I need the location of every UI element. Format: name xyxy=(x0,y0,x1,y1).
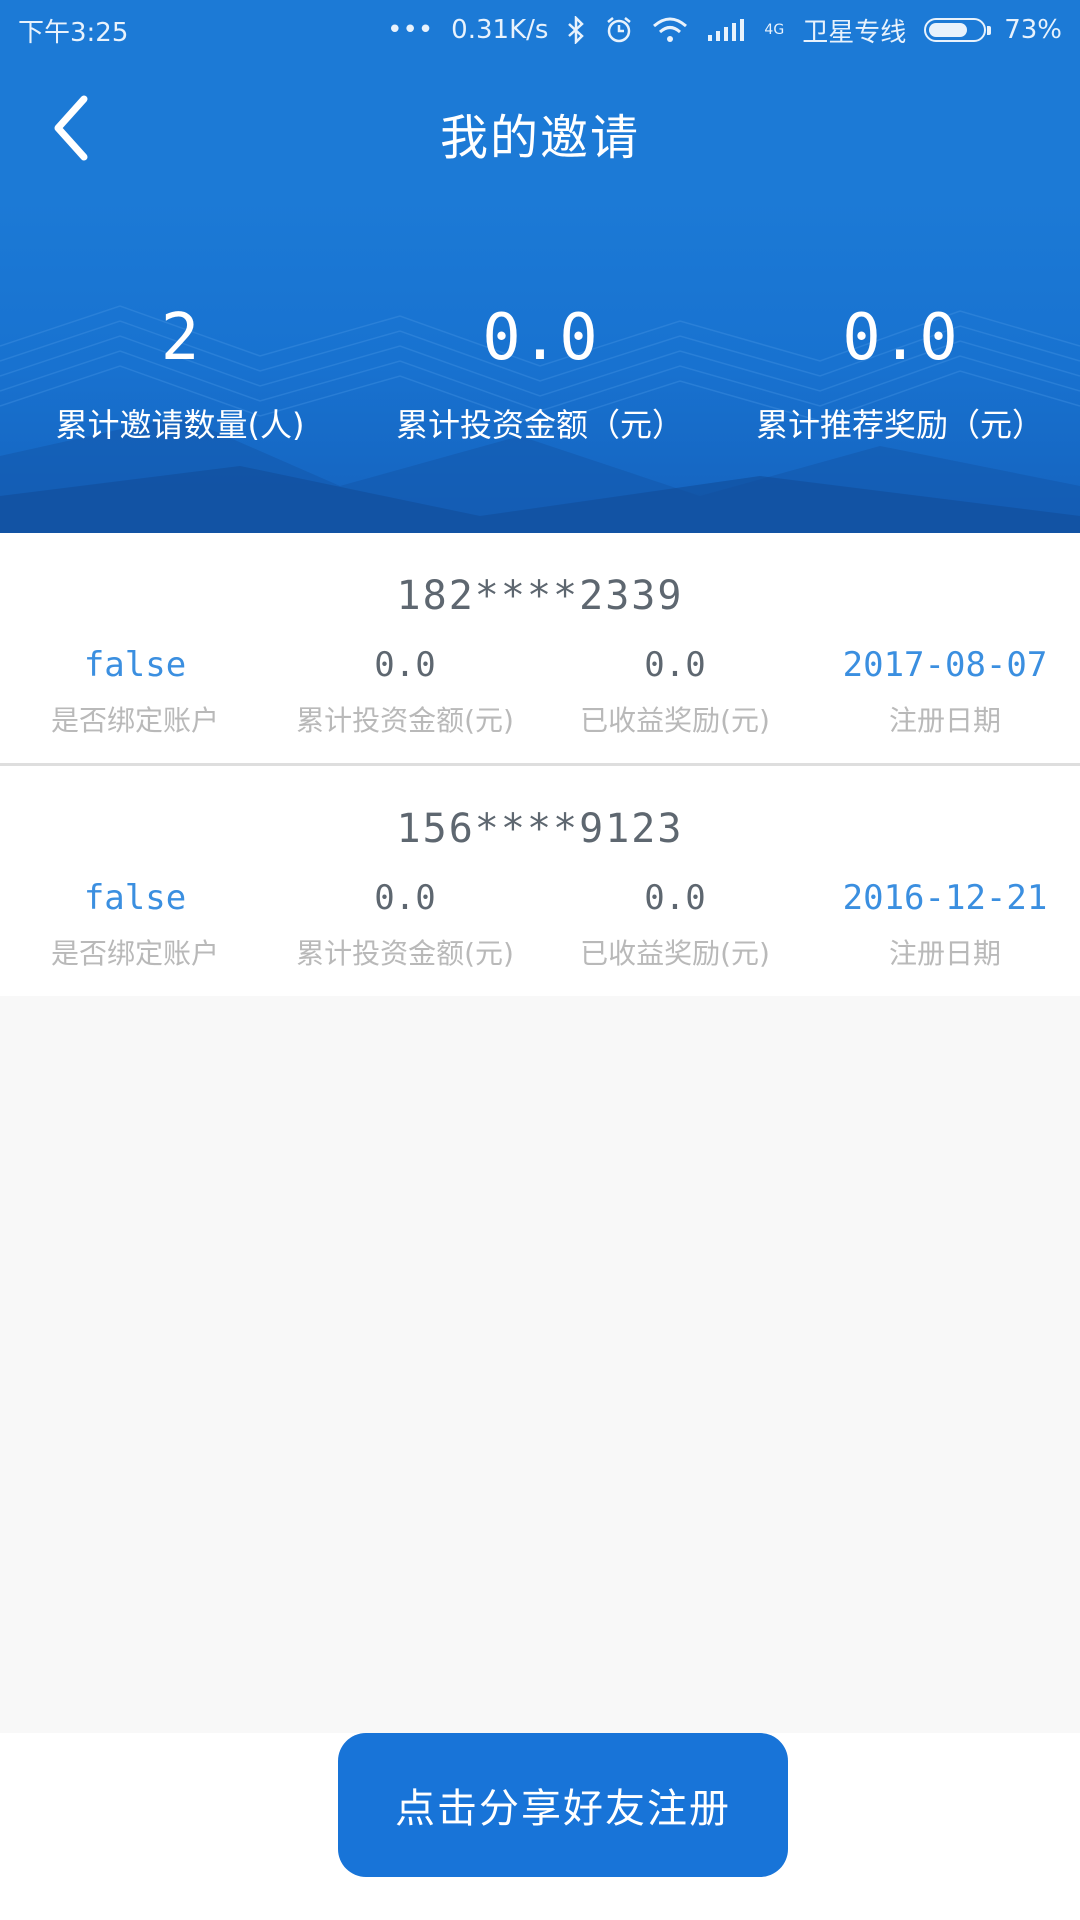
reward-earned-value: 0.0 xyxy=(644,878,706,918)
summary-banner: 2 累计邀请数量(人) 0.0 累计投资金额（元） 0.0 累计推荐奖励（元） xyxy=(0,196,1080,533)
more-notifications-icon: ••• xyxy=(387,15,434,45)
register-date-label: 注册日期 xyxy=(888,937,1001,970)
stat-invest-total: 0.0 累计投资金额（元） xyxy=(360,306,720,446)
cellular-signal-icon xyxy=(706,17,746,43)
bottom-bar: 点击分享好友注册 xyxy=(0,1733,1080,1920)
bound-status-value: false xyxy=(83,645,187,685)
navbar: 我的邀请 xyxy=(0,60,1080,196)
battery-percent: 73% xyxy=(1004,15,1062,45)
page-title: 我的邀请 xyxy=(439,110,640,166)
invest-amount-value: 0.0 xyxy=(374,645,436,685)
invite-count-label: 累计邀请数量(人) xyxy=(55,406,305,444)
reward-earned-label: 已收益奖励(元) xyxy=(580,937,770,970)
share-invite-button[interactable]: 点击分享好友注册 xyxy=(338,1733,788,1877)
battery-level-fill xyxy=(929,23,968,37)
stat-reward-total: 0.0 累计推荐奖励（元） xyxy=(720,306,1080,446)
register-date-value: 2017-08-07 xyxy=(842,645,1048,685)
invitee-phone: 156****9123 xyxy=(396,806,684,852)
carrier-name: 卫星专线 xyxy=(802,17,907,48)
list-item[interactable]: 156****9123 false 是否绑定账户 0.0 累计投资金额(元) 0… xyxy=(0,766,1080,996)
reward-earned-label: 已收益奖励(元) xyxy=(580,704,770,737)
invest-total-label: 累计投资金额（元） xyxy=(395,406,684,444)
invite-list: 182****2339 false 是否绑定账户 0.0 累计投资金额(元) 0… xyxy=(0,533,1080,996)
invest-total-value: 0.0 xyxy=(482,301,598,375)
register-date-label: 注册日期 xyxy=(888,704,1001,737)
status-icons: ••• 0.31K/s 4G 卫星专线 73% xyxy=(387,12,1062,49)
bluetooth-icon xyxy=(566,16,586,44)
bound-status-label: 是否绑定账户 xyxy=(50,704,219,737)
stat-invite-count: 2 累计邀请数量(人) xyxy=(0,306,360,446)
reward-earned-value: 0.0 xyxy=(644,645,706,685)
invite-count-value: 2 xyxy=(160,301,200,375)
battery-icon xyxy=(924,18,992,42)
alarm-icon xyxy=(604,15,634,45)
network-type: 4G xyxy=(764,22,785,38)
reward-total-label: 累计推荐奖励（元） xyxy=(755,406,1044,444)
bound-status-value: false xyxy=(83,878,187,918)
register-date-value: 2016-12-21 xyxy=(842,878,1048,918)
list-item[interactable]: 182****2339 false 是否绑定账户 0.0 累计投资金额(元) 0… xyxy=(0,533,1080,766)
invest-amount-label: 累计投资金额(元) xyxy=(296,704,514,737)
status-time: 下午3:25 xyxy=(18,17,129,48)
wifi-icon xyxy=(652,16,688,44)
invest-amount-value: 0.0 xyxy=(374,878,436,918)
invitee-phone: 182****2339 xyxy=(396,573,684,619)
bound-status-label: 是否绑定账户 xyxy=(50,937,219,970)
invest-amount-label: 累计投资金额(元) xyxy=(296,937,514,970)
network-speed: 0.31K/s xyxy=(451,15,549,45)
reward-total-value: 0.0 xyxy=(842,301,958,375)
status-bar: 下午3:25 ••• 0.31K/s 4G 卫星专线 73% xyxy=(0,0,1080,60)
